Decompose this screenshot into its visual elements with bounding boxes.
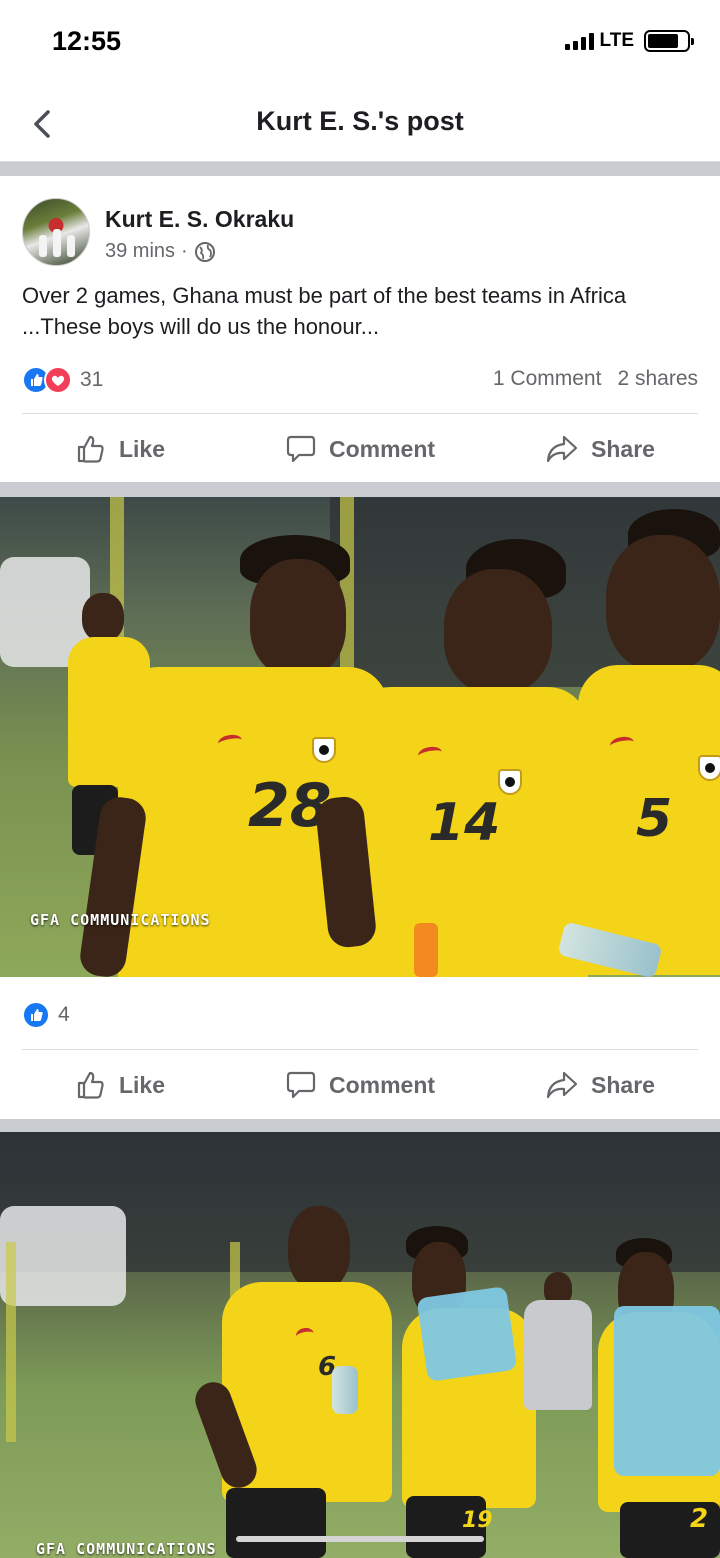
globe-icon: [194, 241, 215, 262]
section-divider: [0, 1119, 720, 1132]
post-photo[interactable]: 28 14 5 GFA COMMUNICATIONS: [0, 497, 720, 977]
share-button[interactable]: Share: [480, 414, 720, 484]
post-meta: 39 mins ·: [105, 240, 216, 263]
share-icon: [546, 435, 578, 463]
reactions-summary[interactable]: 31: [22, 363, 103, 397]
page-title: Kurt E. S.'s post: [256, 106, 464, 136]
like-button[interactable]: Like: [0, 414, 240, 484]
post-text: Over 2 games, Ghana must be part of the …: [22, 283, 627, 339]
signal-icon: [564, 32, 594, 50]
nav-bar: Kurt E. S.'s post: [0, 86, 720, 162]
jersey-number: 19: [462, 1508, 493, 1533]
photo-reactions-summary[interactable]: 4: [22, 998, 70, 1032]
like-reaction-icon: [22, 1001, 50, 1029]
thumbs-up-icon: [77, 435, 104, 463]
like-label: Like: [118, 1071, 166, 1098]
water-bottle: [414, 923, 438, 977]
post-author[interactable]: Kurt E. S. Okraku: [105, 206, 294, 233]
jersey-number: 2: [690, 1504, 709, 1534]
comment-icon: [286, 1071, 316, 1099]
section-divider: [0, 482, 720, 497]
photo-actions: Like Comment Share: [0, 1050, 720, 1120]
comment-label: Comment: [328, 1071, 436, 1098]
reaction-count: 4: [58, 1003, 70, 1026]
engagement-counts: 1 Comment 2 shares: [493, 367, 698, 391]
comment-count[interactable]: 1 Comment: [493, 367, 602, 391]
photo-watermark: GFA COMMUNICATIONS: [36, 1540, 217, 1558]
home-indicator[interactable]: [236, 1536, 484, 1542]
goal-post: [6, 1242, 16, 1442]
training-bib: [614, 1306, 720, 1476]
network-label: LTE: [599, 30, 634, 51]
photo-watermark: GFA COMMUNICATIONS: [30, 911, 211, 929]
post-photo[interactable]: 6 19 2 GFA COMMUNICATIONS: [0, 1132, 720, 1558]
jersey-number: 5: [636, 789, 673, 849]
like-label: Like: [118, 435, 166, 462]
share-count[interactable]: 2 shares: [617, 367, 698, 391]
section-divider: [0, 162, 720, 176]
water-bottle: [332, 1366, 358, 1414]
meta-separator: ·: [181, 240, 188, 262]
comment-button[interactable]: Comment: [240, 1050, 480, 1120]
post-time[interactable]: 39 mins: [105, 240, 175, 263]
status-time: 12:55: [52, 26, 122, 56]
post-actions: Like Comment Share: [0, 414, 720, 484]
thumbs-up-icon: [77, 1071, 104, 1099]
jersey-number: 14: [428, 793, 501, 853]
comment-icon: [286, 435, 316, 463]
reaction-count: 31: [80, 368, 104, 391]
status-bar: 12:55 LTE: [0, 0, 720, 86]
share-label: Share: [591, 1071, 655, 1098]
background-van: [0, 1206, 126, 1306]
share-button[interactable]: Share: [480, 1050, 720, 1120]
share-label: Share: [591, 435, 655, 462]
love-reaction-icon: [44, 366, 72, 394]
post-card: Kurt E. S. Okraku 39 mins · Over 2 games…: [0, 176, 720, 482]
status-indicators: LTE: [564, 30, 694, 52]
share-icon: [546, 1071, 578, 1099]
comment-label: Comment: [328, 435, 436, 462]
battery-icon: [644, 30, 694, 52]
like-button[interactable]: Like: [0, 1050, 240, 1120]
comment-button[interactable]: Comment: [240, 414, 480, 484]
avatar[interactable]: [22, 198, 90, 266]
towel: [416, 1286, 518, 1382]
